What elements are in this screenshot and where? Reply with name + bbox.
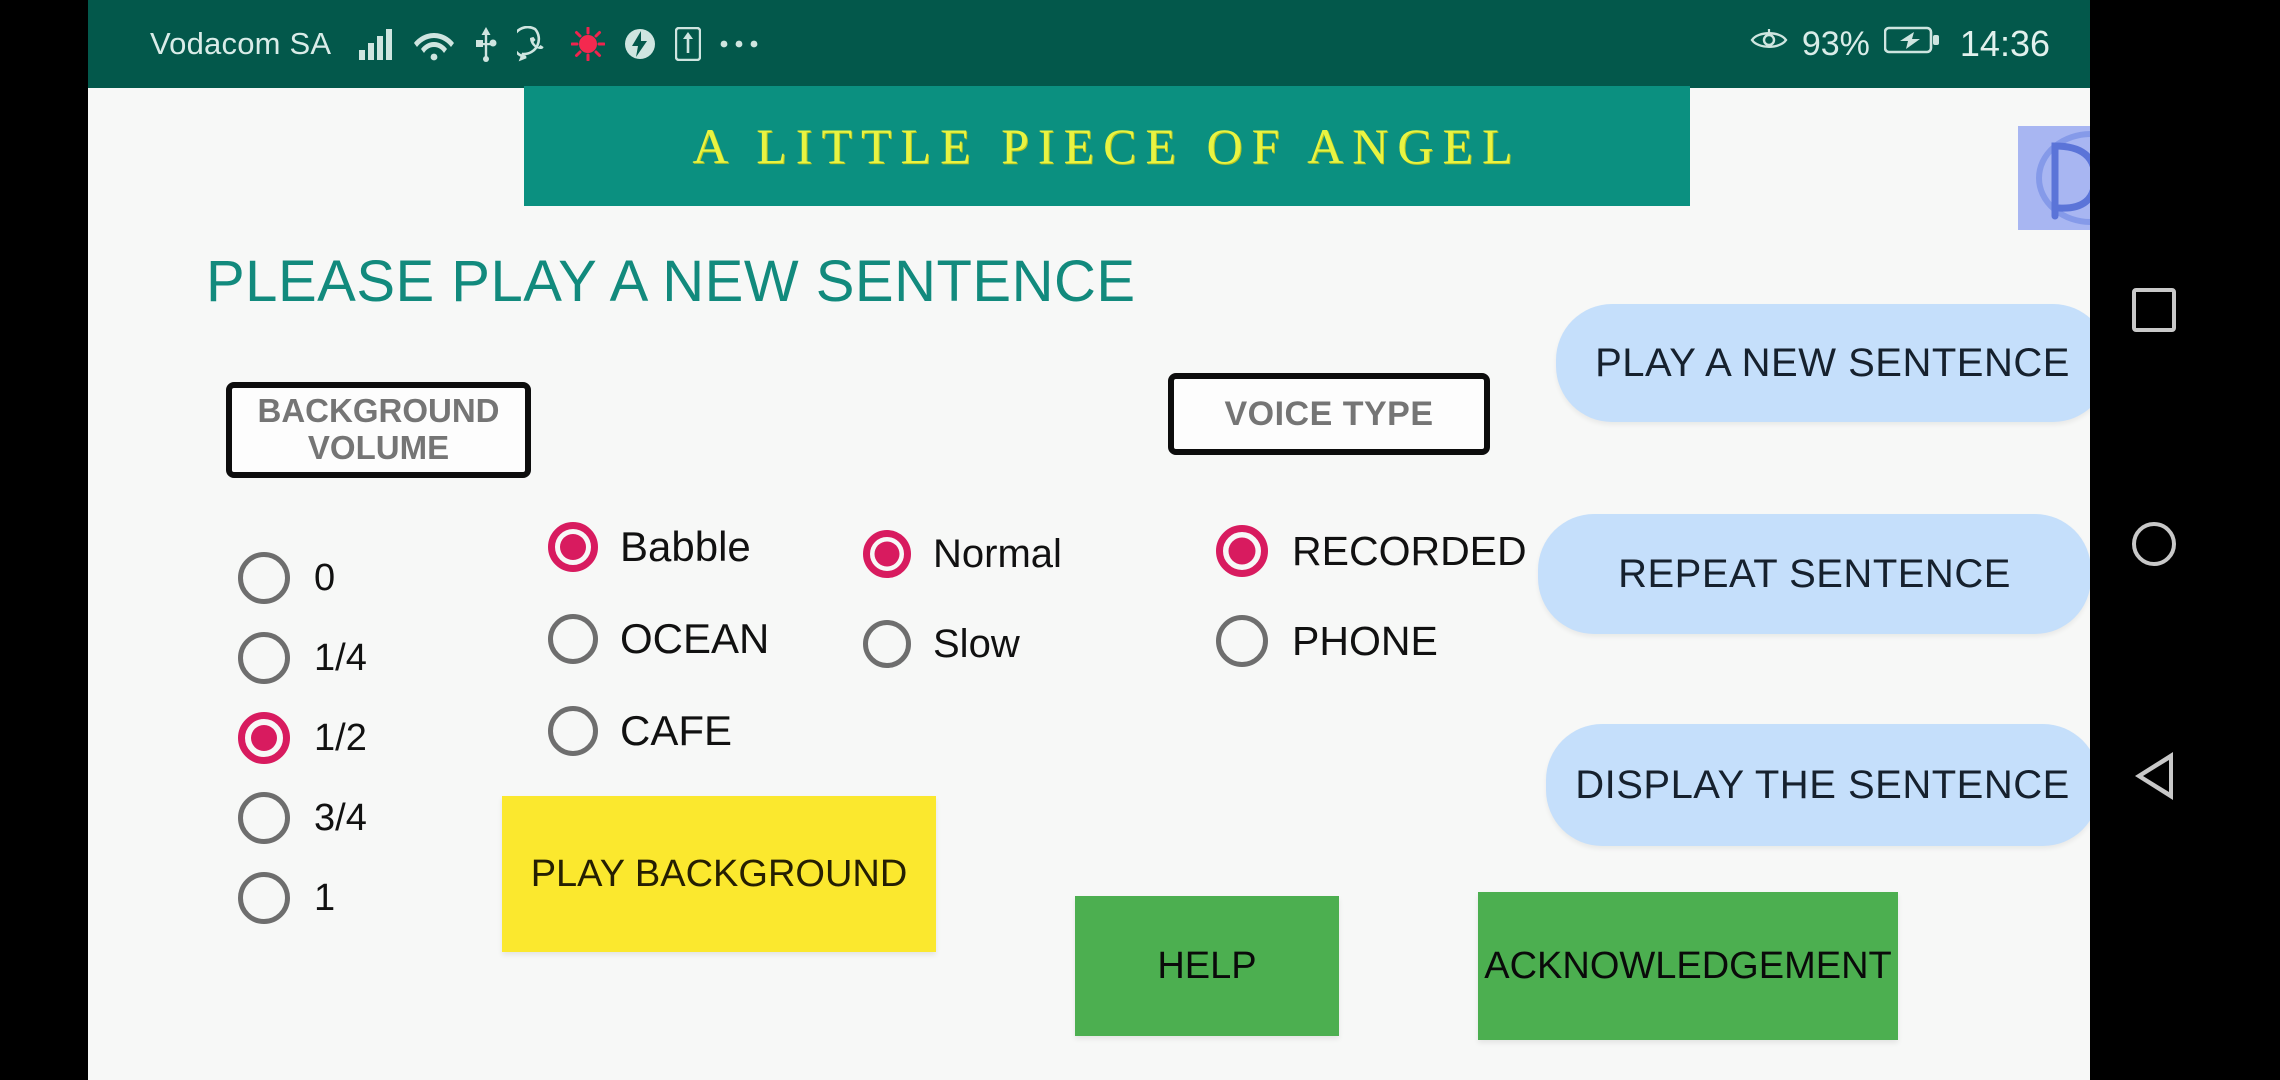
radio-indicator[interactable]	[238, 712, 290, 764]
status-bar: Vodacom SA 93% 14:36	[88, 0, 2090, 88]
radio-label: 1/4	[314, 636, 367, 679]
radio-indicator[interactable]	[238, 792, 290, 844]
display-the-sentence-button[interactable]: DISPLAY THE SENTENCE	[1546, 724, 2090, 846]
radio-indicator[interactable]	[238, 632, 290, 684]
radio-label: 3/4	[314, 796, 367, 839]
play-a-new-sentence-button[interactable]: PLAY A NEW SENTENCE	[1556, 304, 2090, 422]
repeat-sentence-button[interactable]: REPEAT SENTENCE	[1538, 514, 2090, 634]
radio-indicator[interactable]	[238, 872, 290, 924]
voice-type-label: VOICE TYPE	[1224, 394, 1434, 433]
radio-label: PHONE	[1292, 617, 1438, 664]
home-circle-icon[interactable]	[2131, 522, 2176, 566]
radio-option-slow[interactable]: Slow	[863, 620, 1062, 668]
screenshot-icon	[675, 27, 702, 61]
radio-indicator[interactable]	[863, 530, 911, 578]
radio-option-ocean[interactable]: OCEAN	[548, 614, 769, 664]
right-bezel	[2217, 0, 2280, 1080]
play-background-button[interactable]: PLAY BACKGROUND	[502, 796, 936, 952]
battery-charging-icon	[1883, 25, 1940, 63]
acknowledgement-button[interactable]: ACKNOWLEDGEMENT	[1478, 892, 1898, 1040]
page-title: PLEASE PLAY A NEW SENTENCE	[206, 249, 1136, 314]
radio-option-normal[interactable]: Normal	[863, 530, 1062, 578]
radio-indicator[interactable]	[1216, 615, 1268, 667]
radio-indicator[interactable]	[548, 614, 598, 664]
background-volume-label: BACKGROUND VOLUME	[257, 392, 500, 467]
radio-label: RECORDED	[1292, 527, 1527, 574]
background-volume-label-line1: BACKGROUND	[257, 392, 500, 430]
carrier-label: Vodacom SA	[150, 26, 332, 61]
radio-indicator[interactable]	[548, 706, 598, 756]
radio-indicator[interactable]	[863, 620, 911, 668]
pdk-logo-icon	[2036, 131, 2090, 225]
radio-indicator[interactable]	[1216, 525, 1268, 577]
status-icon-tray	[359, 26, 759, 62]
radio-label: OCEAN	[620, 615, 770, 662]
left-bezel	[0, 0, 88, 1080]
battery-percent-label: 93%	[1801, 24, 1870, 63]
whatsapp-icon	[517, 26, 553, 62]
clock-label: 14:36	[1959, 23, 2050, 64]
signal-bars-icon	[359, 28, 395, 60]
radio-option-volume-0[interactable]: 0	[238, 552, 367, 604]
recents-square-icon[interactable]	[2131, 288, 2176, 332]
battery-saver-icon	[623, 27, 657, 61]
radio-indicator[interactable]	[548, 522, 598, 572]
radio-option-volume-1[interactable]: 1	[238, 872, 367, 924]
noise-type-radio-group[interactable]: Babble OCEAN CAFE	[548, 522, 769, 798]
radio-option-babble[interactable]: Babble	[548, 522, 769, 572]
radio-option-cafe[interactable]: CAFE	[548, 706, 769, 756]
background-volume-label-box: BACKGROUND VOLUME	[226, 382, 531, 478]
app-viewport: Vodacom SA 93% 14:36 A LITTLE PIECE OF A…	[88, 0, 2090, 1080]
title-banner: A LITTLE PIECE OF ANGEL	[524, 86, 1690, 206]
radio-label: 1	[314, 876, 336, 919]
eye-comfort-icon	[1750, 27, 1788, 61]
background-volume-radio-group[interactable]: 0 1/4 1/2 3/4 1	[238, 552, 367, 952]
radio-option-volume-1-4[interactable]: 1/4	[238, 632, 367, 684]
alarm-icon	[571, 27, 606, 61]
pdk-logo	[2018, 126, 2090, 230]
voice-type-radio-group[interactable]: RECORDED PHONE	[1216, 525, 1527, 705]
radio-option-phone[interactable]: PHONE	[1216, 615, 1527, 667]
radio-label: CAFE	[620, 707, 733, 754]
radio-label: Babble	[620, 523, 751, 570]
usb-icon	[473, 26, 499, 62]
app-title: A LITTLE PIECE OF ANGEL	[692, 118, 1522, 174]
background-volume-label-line2: VOLUME	[307, 429, 450, 466]
wifi-icon	[413, 27, 455, 61]
radio-option-volume-1-2[interactable]: 1/2	[238, 712, 367, 764]
speed-radio-group[interactable]: Normal Slow	[863, 530, 1062, 710]
radio-label: Slow	[933, 621, 1020, 666]
status-right-tray: 93% 14:36	[1750, 0, 2050, 88]
back-triangle-icon[interactable]	[2134, 752, 2173, 800]
voice-type-label-box: VOICE TYPE	[1168, 373, 1490, 455]
radio-option-recorded[interactable]: RECORDED	[1216, 525, 1527, 577]
radio-label: 0	[314, 556, 336, 599]
radio-label: 1/2	[314, 716, 367, 759]
help-button[interactable]: HELP	[1075, 896, 1339, 1036]
device-screen: Vodacom SA 93% 14:36 A LITTLE PIECE OF A…	[0, 0, 2280, 1080]
radio-indicator[interactable]	[238, 552, 290, 604]
radio-label: Normal	[933, 531, 1062, 576]
more-icon	[719, 38, 759, 50]
android-navigation-bar	[2090, 0, 2217, 1080]
radio-option-volume-3-4[interactable]: 3/4	[238, 792, 367, 844]
